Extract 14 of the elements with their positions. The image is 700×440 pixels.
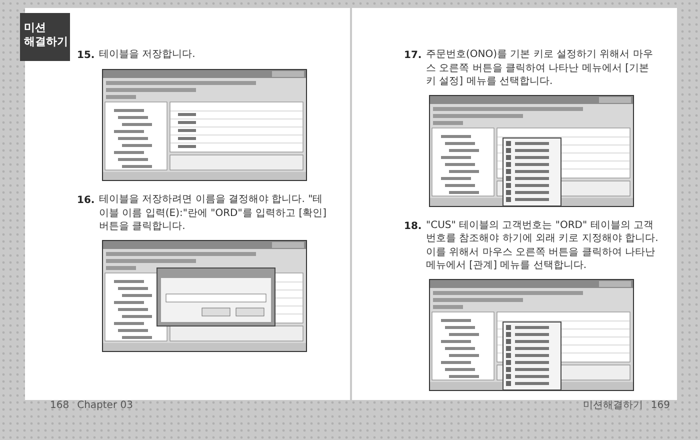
page-number: 169 — [650, 398, 670, 412]
step-instruction: 테이블을 저장하려면 이름을 결정해야 합니다. "테이블 이름 입력(E):"란에 "ORD"를 입력하고 [확인] 버튼을 클릭합니다. — [99, 193, 328, 234]
step-number: 17. — [404, 49, 423, 63]
step-number: 16. — [77, 194, 96, 208]
section-label: 미션해결하기 — [582, 398, 643, 412]
page-number: 168 — [50, 398, 70, 412]
badge-title: 해결하기 — [24, 35, 68, 50]
step-instruction: 테이블을 저장합니다. — [99, 48, 196, 62]
step-number: 18. — [404, 220, 423, 234]
step-instruction: "CUS" 테이블의 고객번호는 "ORD" 테이블의 고객번호를 참조해야 하기에 외래 키로 지정해야 합니다. 이를 위해서 마우스 오른쪽 버튼을 클릭하여 나타난 메뉴에서 [관계] 메뉴를 선택합니다. — [426, 218, 659, 272]
chapter-label: Chapter 03 — [77, 398, 133, 412]
badge-title: 미션 — [24, 21, 47, 36]
step-instruction: 주문번호(ONO)를 기본 키로 설정하기 위해서 마우스 오른쪽 버튼을 클릭하여 나타난 메뉴에서 [기본 키 설정] 메뉴를 선택합니다. — [426, 48, 654, 88]
step-number: 15. — [77, 49, 96, 63]
